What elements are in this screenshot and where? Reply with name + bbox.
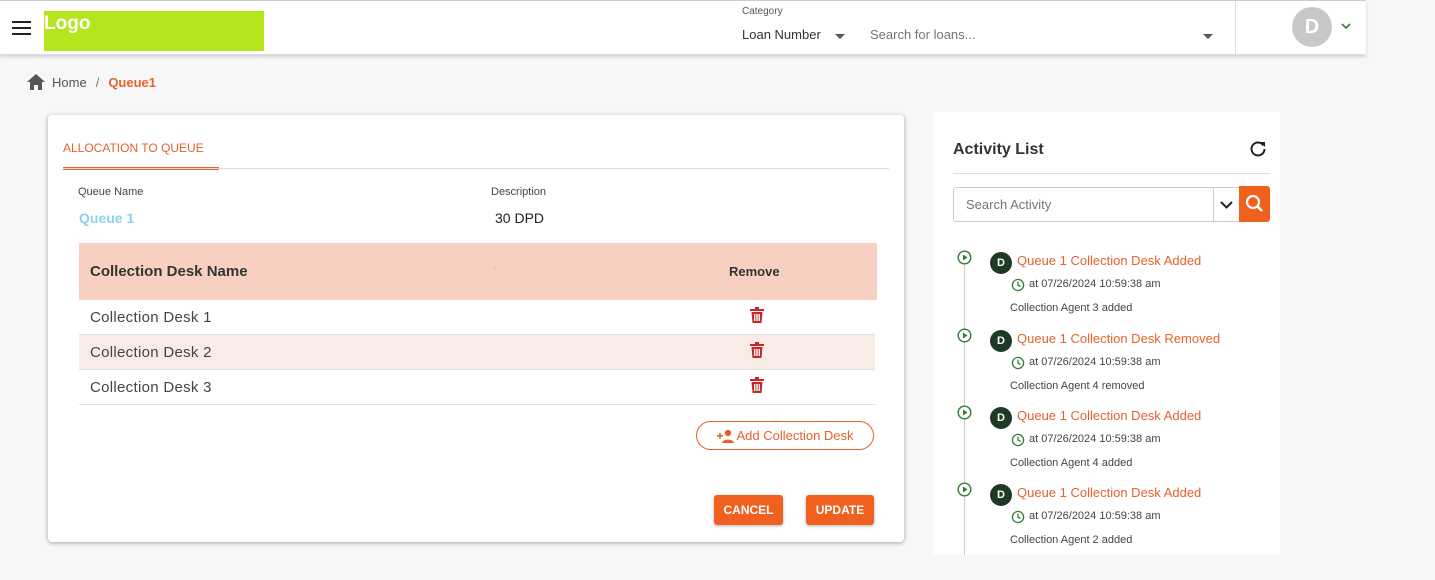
chevron-down-icon [1220, 201, 1233, 209]
activity-item: D Queue 1 Collection Desk Added at 07/26… [933, 250, 1280, 327]
chevron-down-icon[interactable] [1341, 21, 1351, 31]
clock-icon [1011, 278, 1025, 292]
desk-name: Collection Desk 3 [90, 379, 212, 396]
clock-icon [1011, 356, 1025, 370]
play-circle-icon [957, 250, 972, 265]
activity-item-title[interactable]: Queue 1 Collection Desk Added [1017, 253, 1201, 268]
activity-avatar: D [990, 484, 1012, 506]
header-divider [1235, 1, 1236, 56]
activity-item-time: at 07/26/2024 10:59:38 am [1029, 278, 1161, 290]
trash-icon[interactable] [750, 342, 764, 358]
top-app-bar: Logo Category Loan Number D [0, 0, 1366, 56]
queue-name-value: Queue 1 [79, 210, 135, 226]
cancel-button[interactable]: CANCEL [714, 495, 783, 525]
play-circle-icon [957, 482, 972, 497]
queue-name-label: Queue Name [78, 186, 144, 198]
activity-avatar: D [990, 252, 1012, 274]
clock-icon [1011, 510, 1025, 524]
desk-table-header: Collection Desk Name · Remove [79, 243, 877, 300]
play-circle-icon [957, 405, 972, 420]
activity-title: Activity List [953, 141, 1044, 158]
breadcrumb-home[interactable]: Home [52, 75, 87, 90]
description-value: 30 DPD [495, 210, 545, 226]
activity-avatar: D [990, 407, 1012, 429]
tab-divider [63, 168, 889, 169]
trash-icon[interactable] [750, 377, 764, 393]
category-value: Loan Number [742, 27, 821, 42]
table-row: Collection Desk 2 [79, 335, 875, 370]
refresh-icon[interactable] [1249, 140, 1267, 158]
breadcrumb-separator: / [95, 74, 100, 90]
activity-search-input[interactable] [953, 187, 1215, 222]
category-label: Category [742, 6, 783, 17]
breadcrumb-current[interactable]: Queue1 [108, 75, 156, 90]
column-header-remove: Remove [729, 264, 780, 279]
table-row: Collection Desk 3 [79, 370, 875, 405]
activity-item-time: at 07/26/2024 10:59:38 am [1029, 356, 1161, 368]
activity-panel: Activity List D Queue 1 Collection Desk … [933, 112, 1280, 555]
activity-item: D Queue 1 Collection Desk Added at 07/26… [933, 482, 1280, 555]
activity-avatar: D [990, 330, 1012, 352]
update-button[interactable]: UPDATE [806, 495, 874, 525]
activity-item-title[interactable]: Queue 1 Collection Desk Added [1017, 485, 1201, 500]
add-collection-desk-button[interactable]: Add Collection Desk [696, 421, 874, 450]
add-person-icon [717, 429, 735, 443]
activity-divider [953, 173, 1270, 174]
home-icon[interactable] [26, 73, 46, 91]
clock-icon [1011, 433, 1025, 447]
menu-icon[interactable] [12, 21, 31, 35]
activity-item-time: at 07/26/2024 10:59:38 am [1029, 433, 1161, 445]
logo: Logo [44, 11, 264, 51]
activity-item-note: Collection Agent 3 added [1010, 302, 1133, 314]
activity-item-title[interactable]: Queue 1 Collection Desk Added [1017, 408, 1201, 423]
activity-item-time: at 07/26/2024 10:59:38 am [1029, 510, 1161, 522]
activity-item-note: Collection Agent 4 added [1010, 457, 1133, 469]
caret-down-icon[interactable] [1203, 34, 1213, 39]
tab-allocation-to-queue[interactable]: ALLOCATION TO QUEUE [63, 141, 219, 170]
activity-item-note: Collection Agent 4 removed [1010, 380, 1145, 392]
desk-name: Collection Desk 1 [90, 309, 212, 326]
breadcrumb: Home / Queue1 [26, 72, 156, 92]
play-circle-icon [957, 328, 972, 343]
desk-name: Collection Desk 2 [90, 344, 212, 361]
user-avatar[interactable]: D [1292, 7, 1332, 47]
column-header-mid: · [493, 263, 497, 274]
activity-item-title[interactable]: Queue 1 Collection Desk Removed [1017, 331, 1220, 346]
loan-search-input[interactable] [870, 27, 1215, 42]
description-label: Description [491, 186, 547, 198]
caret-down-icon[interactable] [835, 34, 845, 39]
activity-search-button[interactable] [1239, 186, 1270, 222]
activity-item: D Queue 1 Collection Desk Removed at 07/… [933, 328, 1280, 405]
column-header-desk-name: Collection Desk Name [90, 263, 248, 280]
activity-item: D Queue 1 Collection Desk Added at 07/26… [933, 405, 1280, 482]
allocation-card: ALLOCATION TO QUEUE Queue Name Queue 1 D… [48, 115, 904, 542]
trash-icon[interactable] [750, 307, 764, 323]
activity-item-note: Collection Agent 2 added [1010, 534, 1133, 546]
table-row: Collection Desk 1 [79, 300, 875, 335]
add-collection-desk-label: Add Collection Desk [736, 428, 854, 443]
activity-filter-dropdown[interactable] [1213, 187, 1240, 222]
search-icon [1245, 194, 1263, 212]
